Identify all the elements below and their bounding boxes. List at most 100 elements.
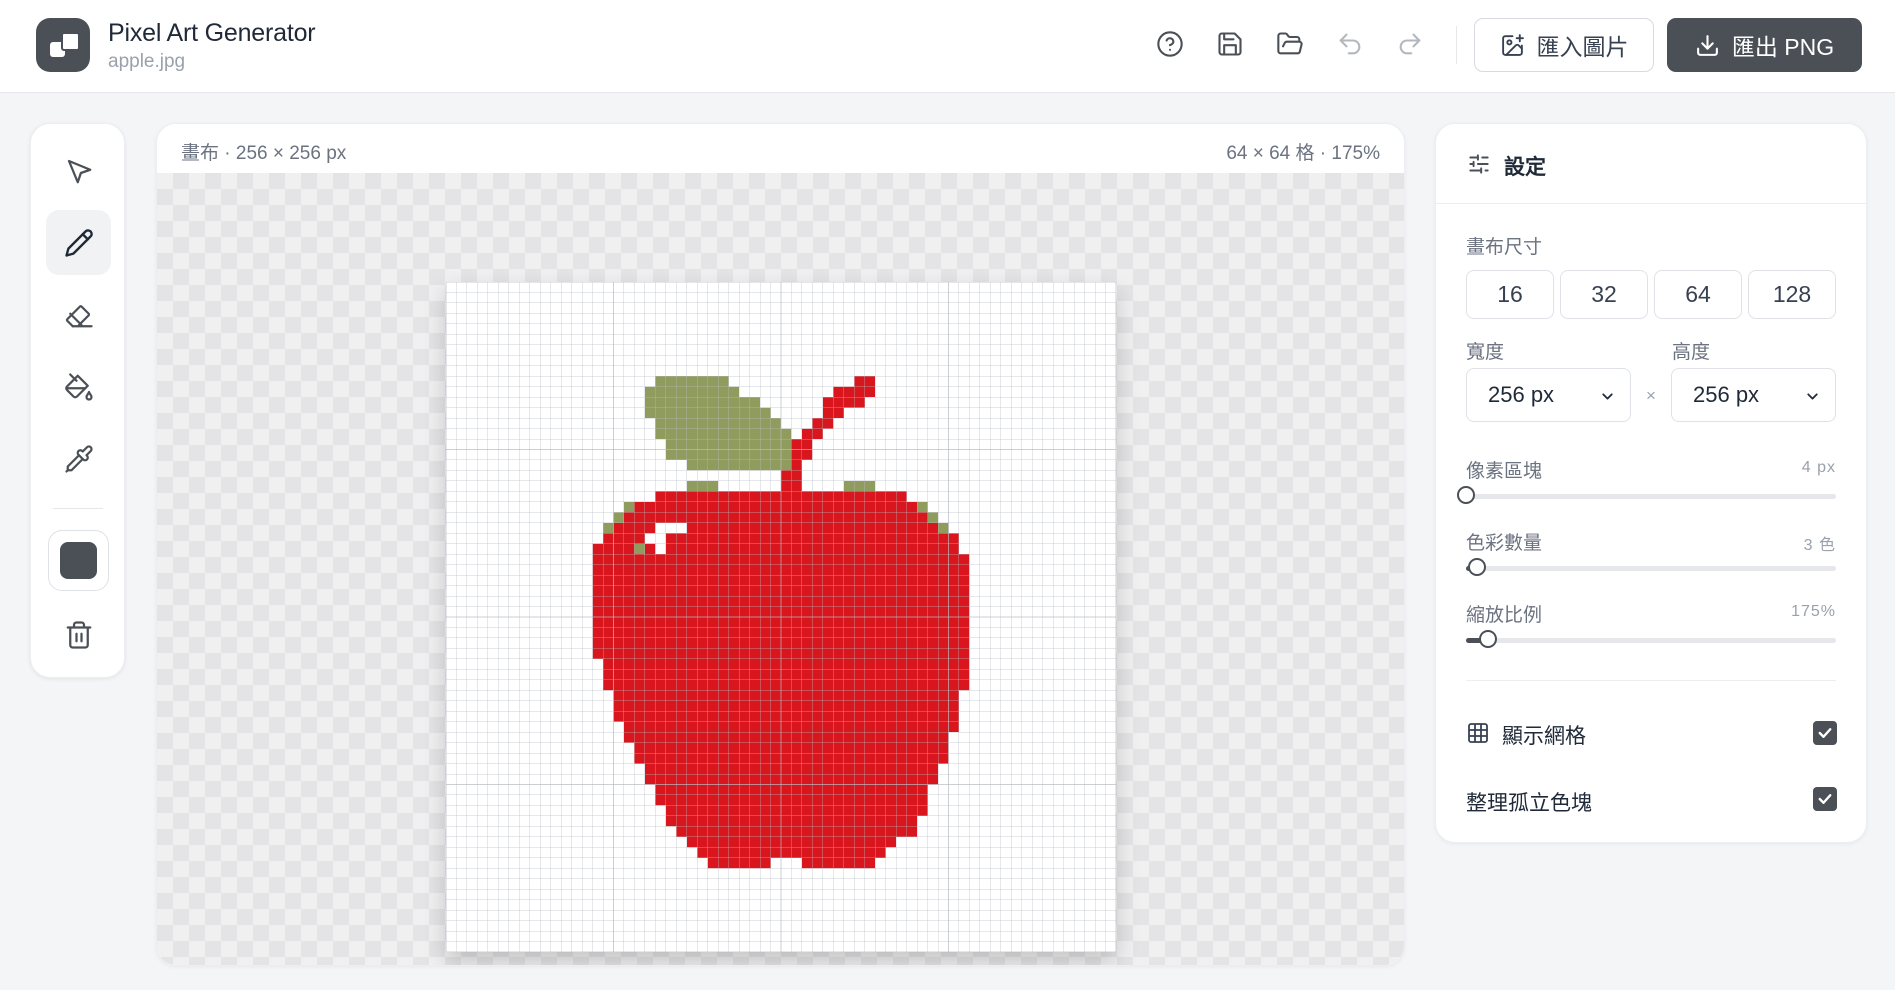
pixel-block-slider[interactable] [1457, 486, 1836, 504]
select-tool[interactable] [46, 138, 111, 203]
color-count-label: 色彩數量 [1466, 533, 1543, 554]
apple-body-pixel-row [603, 669, 970, 680]
pencil-icon [64, 228, 93, 257]
height-select[interactable]: 256 px [1671, 368, 1836, 422]
canvas-grid-info: 64 × 64 格 · 175% [1226, 143, 1380, 164]
color-count-slider-handle[interactable] [1468, 558, 1487, 576]
size-option-64[interactable]: 64 [1654, 270, 1742, 319]
apple-edge-pixel [843, 480, 876, 492]
apple-leaf-pixel [644, 397, 761, 408]
chevron-down-icon [1807, 393, 1818, 400]
settings-panel: 設定 畫布尺寸 16 32 64 128 寬度 高度 256 px × 256 … [1435, 123, 1867, 843]
apple-body-pixel-row [613, 711, 959, 722]
apple-edge-pixel [603, 522, 614, 534]
apple-edge-pixel [613, 512, 624, 523]
trash-icon [66, 620, 91, 649]
size-option-16[interactable]: 16 [1466, 270, 1554, 319]
cleanup-label: 整理孤立色塊 [1466, 792, 1592, 815]
dimension-separator: × [1646, 386, 1656, 405]
apple-body-pixel-row [623, 732, 949, 743]
cursor-icon [67, 159, 91, 183]
canvas-header: 畫布 · 256 × 256 px 64 × 64 格 · 175% [157, 124, 1404, 174]
color-count-value: 3 色 [1803, 537, 1836, 554]
transparency-background [157, 173, 1404, 965]
grid-icon [1468, 723, 1488, 743]
app-title: Pixel Art Generator [108, 19, 316, 47]
apple-highlight-pixel [655, 543, 666, 555]
settings-divider [1466, 680, 1836, 681]
apple-edge-pixel [686, 480, 719, 492]
height-select-value: 256 px [1693, 382, 1760, 407]
export-png-button[interactable]: 匯出 PNG [1667, 18, 1862, 72]
chevron-down-icon [1602, 393, 1613, 400]
pixel-block-label: 像素區塊 [1466, 461, 1543, 482]
app-header: Pixel Art Generator apple.jpg 匯入圖片 匯出 PN… [0, 0, 1895, 93]
import-image-button[interactable]: 匯入圖片 [1474, 18, 1654, 72]
pixel-block-slider-handle[interactable] [1457, 486, 1475, 504]
export-png-label: 匯出 PNG [1731, 34, 1835, 60]
apple-highlight-pixel [655, 522, 687, 534]
apple-body-pixel-row [603, 679, 970, 691]
width-select-value: 256 px [1488, 382, 1555, 407]
apple-stem-pixel [843, 386, 876, 398]
image-plus-icon [1501, 33, 1524, 56]
canvas-panel: 畫布 · 256 × 256 px 64 × 64 格 · 175% [156, 123, 1405, 966]
width-select[interactable]: 256 px [1466, 368, 1631, 422]
paint-bucket-icon [64, 372, 93, 401]
check-icon [1818, 794, 1832, 804]
pixel-block-value: 4 px [1801, 459, 1836, 476]
apple-body-pixel-row [603, 658, 970, 670]
sliders-icon [1469, 154, 1489, 174]
eyedropper-icon [64, 444, 93, 473]
import-image-label: 匯入圖片 [1536, 34, 1629, 60]
pixel-canvas[interactable] [446, 282, 1116, 952]
apple-edge-pixel [917, 501, 928, 513]
undo-icon[interactable] [1333, 27, 1367, 61]
apple-dimple-pixel [770, 857, 802, 869]
size-option-32[interactable]: 32 [1560, 270, 1648, 319]
zoom-value: 175% [1791, 603, 1836, 620]
apple-body-pixel-row [613, 690, 959, 701]
app-logo [36, 18, 90, 72]
canvas-size-info: 畫布 · 256 × 256 px [181, 143, 347, 164]
header-divider [1456, 26, 1457, 64]
size-option-128[interactable]: 128 [1748, 270, 1836, 319]
file-name: apple.jpg [108, 51, 186, 72]
redo-icon[interactable] [1393, 27, 1427, 61]
eyedropper-tool[interactable] [46, 426, 111, 491]
canvas-size-label: 畫布尺寸 [1466, 237, 1543, 258]
width-label: 寬度 [1466, 342, 1505, 363]
show-grid-checkbox[interactable] [1813, 721, 1837, 745]
eraser-icon [65, 304, 93, 327]
current-color-swatch[interactable] [48, 530, 109, 591]
show-grid-label: 顯示網格 [1502, 725, 1586, 748]
apple-body-pixel-row [592, 543, 959, 555]
fill-tool[interactable] [46, 354, 111, 419]
cleanup-checkbox[interactable] [1813, 787, 1837, 811]
zoom-slider[interactable] [1466, 630, 1836, 648]
color-count-slider[interactable] [1466, 558, 1836, 576]
clear-canvas-button[interactable] [46, 602, 111, 667]
height-label: 高度 [1672, 342, 1711, 363]
tool-palette [30, 123, 125, 678]
apple-edge-pixel [927, 512, 939, 523]
save-icon[interactable] [1213, 27, 1247, 61]
apple-leaf-pixel [655, 376, 729, 387]
eraser-tool[interactable] [46, 282, 111, 347]
apple-leaf-pixel [655, 428, 792, 440]
pencil-tool[interactable] [46, 210, 111, 275]
apple-body-pixel-row [613, 700, 959, 712]
apple-edge-pixel [623, 501, 635, 513]
apple-body-pixel-row [676, 826, 918, 837]
help-icon[interactable] [1153, 27, 1187, 61]
folder-open-icon[interactable] [1273, 27, 1307, 61]
download-icon [1696, 34, 1718, 56]
settings-header: 設定 [1436, 124, 1866, 204]
zoom-slider-handle[interactable] [1479, 630, 1498, 648]
color-swatch-fill [60, 542, 97, 579]
apple-edge-pixel [938, 522, 949, 534]
toolbar-divider [53, 508, 103, 509]
settings-title: 設定 [1504, 156, 1546, 179]
check-icon [1818, 728, 1832, 738]
apple-body-pixel-row [665, 805, 928, 816]
